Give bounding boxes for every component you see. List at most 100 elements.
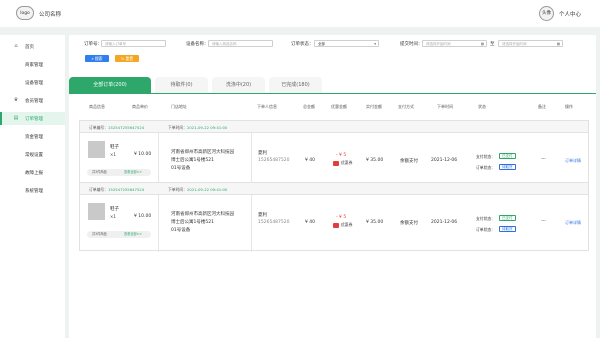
store-device: 01号设备 bbox=[171, 166, 191, 171]
search-icon: ⌕ bbox=[91, 56, 94, 61]
tab-pending-pickup[interactable]: 待取件(0) bbox=[155, 77, 208, 93]
calendar-icon: ▦ bbox=[556, 42, 560, 46]
th-product: 商品信息 bbox=[89, 104, 105, 109]
tab-all-orders[interactable]: 全部订单(200) bbox=[69, 77, 151, 93]
order-card: 订单编号：152547255647524 下单时间：2021-09-22 09:… bbox=[79, 120, 589, 190]
sidebar-item-merchant[interactable]: 商家管理 bbox=[0, 58, 65, 71]
th-pay-method: 支付方式 bbox=[398, 104, 414, 109]
order-no-label: 订单编号： bbox=[89, 125, 108, 130]
sidebar-item-home[interactable]: ⌂ 首页 bbox=[0, 40, 65, 53]
th-paid: 实付金额 bbox=[366, 104, 382, 109]
company-name: 公司名称 bbox=[39, 12, 62, 18]
sidebar-item-member[interactable]: ♛ 会员管理 bbox=[0, 94, 65, 107]
order-date: 2021-12-06 bbox=[431, 158, 458, 163]
discount-amount: - ¥ 5 bbox=[336, 153, 347, 158]
pay-status-badge: 已支付 bbox=[499, 215, 516, 221]
product-thumbnail bbox=[88, 203, 105, 220]
discount-amount: - ¥ 5 bbox=[336, 215, 347, 220]
paid-amount: ¥ 35.00 bbox=[366, 158, 384, 163]
order-status-select[interactable]: 全部 ▾ bbox=[314, 40, 379, 47]
device-name-input[interactable]: 请输入商品名称 bbox=[208, 40, 273, 47]
order-time-label: 下单时间： bbox=[168, 125, 187, 130]
search-button[interactable]: ⌕ 搜索 bbox=[85, 55, 109, 62]
order-no-label: 订单编号： bbox=[89, 187, 108, 192]
device-name-label: 设备名称： bbox=[186, 42, 209, 47]
goods-count: 共3件商品 bbox=[92, 232, 107, 236]
tab-underline bbox=[69, 93, 596, 94]
view-all-link[interactable]: 查看全部>> bbox=[124, 169, 142, 176]
product-name: 鞋子 bbox=[110, 207, 119, 212]
view-all-link[interactable]: 查看全部>> bbox=[124, 231, 142, 238]
th-price: 商品单价 bbox=[132, 104, 148, 109]
end-time-input[interactable]: 请选择开始时间 ▦ bbox=[498, 40, 563, 47]
order-detail-link[interactable]: 订单详情 bbox=[565, 220, 581, 226]
product-qty: ×1 bbox=[110, 152, 116, 157]
refresh-icon: ↻ bbox=[121, 56, 125, 61]
order-no-input[interactable]: 请输入订单号 bbox=[101, 40, 166, 47]
reset-button[interactable]: ↻ 重置 bbox=[115, 55, 139, 62]
sidebar-item-settings[interactable]: 常规设置 bbox=[0, 148, 65, 161]
pay-status-badge: 已支付 bbox=[499, 153, 516, 159]
logo[interactable]: logo bbox=[16, 6, 34, 20]
goods-count: 共3件商品 bbox=[92, 170, 107, 174]
order-card-header: 订单编号：152547255647524 下单时间：2021-09-22 09:… bbox=[80, 183, 588, 195]
paid-amount: ¥ 35.00 bbox=[366, 220, 384, 225]
sidebar-item-fault-report[interactable]: 故障上报 bbox=[0, 166, 65, 179]
tab-completed[interactable]: 已完成(180) bbox=[269, 77, 322, 93]
th-total: 总金额 bbox=[303, 104, 315, 109]
order-status-label: 订单状态： bbox=[476, 165, 495, 170]
top-header: logo 公司名称 头像 个人中心 bbox=[0, 0, 600, 27]
order-time-label: 下单时间： bbox=[168, 187, 187, 192]
goods-summary: 共3件商品 查看全部>> bbox=[87, 231, 151, 238]
submit-time-label: 提交时间： bbox=[400, 42, 423, 47]
calendar-icon: ▦ bbox=[480, 42, 484, 46]
pay-status-label: 支付状态： bbox=[476, 216, 495, 221]
sidebar-item-funds[interactable]: 资金管理 bbox=[0, 130, 65, 143]
sidebar-item-orders[interactable]: ▤ 订单管理 bbox=[0, 112, 65, 125]
order-icon: ▤ bbox=[13, 115, 19, 121]
order-detail-link[interactable]: 订单详情 bbox=[565, 158, 581, 164]
store-address-line-1: 河南省郑州市高新区河大科技园 bbox=[171, 150, 234, 155]
tab-washing[interactable]: 洗涤中(20) bbox=[212, 77, 265, 93]
product-thumbnail bbox=[88, 141, 105, 158]
order-time: 2021-09-22 09:41:00 bbox=[186, 125, 228, 130]
remark: --- bbox=[541, 219, 546, 224]
avatar[interactable]: 头像 bbox=[539, 6, 554, 21]
column-divider bbox=[158, 195, 159, 252]
product-qty: ×1 bbox=[110, 214, 116, 219]
th-order-time: 下单时间 bbox=[437, 104, 453, 109]
goods-summary: 共3件商品 查看全部>> bbox=[87, 169, 151, 176]
buyer-name: 夏利 bbox=[258, 213, 267, 218]
sidebar-item-system[interactable]: 系统管理 bbox=[0, 184, 65, 197]
th-store-address: 门店地址 bbox=[171, 104, 187, 109]
sidebar-item-device[interactable]: 设备管理 bbox=[0, 76, 65, 89]
order-total: ¥ 40 bbox=[305, 158, 316, 163]
user-center-link[interactable]: 个人中心 bbox=[559, 10, 581, 18]
start-time-input[interactable]: 请选择开始时间 ▦ bbox=[422, 40, 487, 47]
th-buyer: 下单人信息 bbox=[257, 104, 277, 109]
buyer-phone: 15265487520 bbox=[258, 220, 290, 225]
product-name: 鞋子 bbox=[110, 145, 119, 150]
order-status-label: 订单状态： bbox=[291, 42, 314, 47]
pay-method: 余额支付 bbox=[400, 159, 418, 164]
product-price: ¥ 10.00 bbox=[134, 152, 152, 157]
order-time: 2021-09-22 09:41:00 bbox=[186, 187, 228, 192]
order-total: ¥ 40 bbox=[305, 220, 316, 225]
product-price: ¥ 10.00 bbox=[134, 214, 152, 219]
coupon-label: 优惠券 bbox=[341, 222, 353, 227]
order-status-badge: 待取货 bbox=[499, 226, 516, 232]
home-icon: ⌂ bbox=[14, 43, 18, 49]
chevron-down-icon: ▾ bbox=[374, 42, 376, 46]
pay-status-label: 支付状态： bbox=[476, 154, 495, 159]
store-device: 01号设备 bbox=[171, 228, 191, 233]
pay-method: 余额支付 bbox=[400, 221, 418, 226]
coupon-icon bbox=[333, 161, 339, 166]
buyer-phone: 15265487520 bbox=[258, 158, 290, 163]
remark: --- bbox=[541, 157, 546, 162]
th-status: 状态 bbox=[478, 104, 486, 109]
coupon-icon bbox=[333, 223, 339, 228]
order-card-header: 订单编号：152547255647524 下单时间：2021-09-22 09:… bbox=[80, 121, 588, 133]
buyer-name: 夏利 bbox=[258, 151, 267, 156]
order-number: 152547255647524 bbox=[107, 125, 145, 130]
order-date: 2021-12-06 bbox=[431, 220, 458, 225]
